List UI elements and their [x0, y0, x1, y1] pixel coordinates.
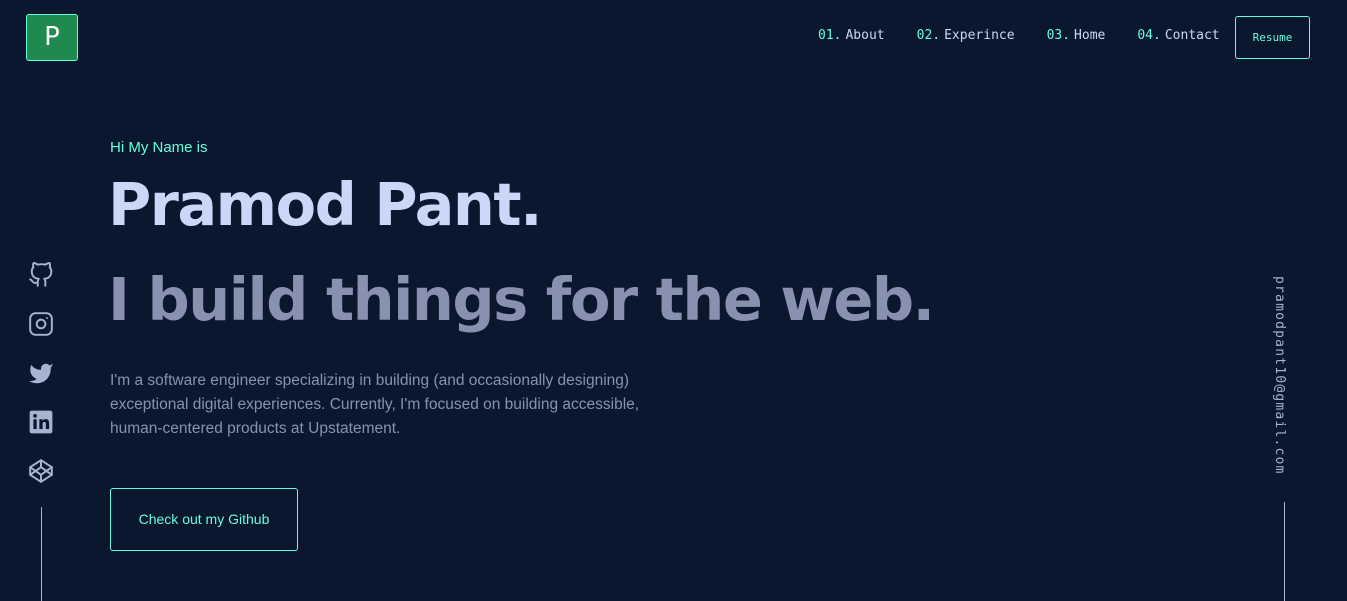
- nav-item-label: Home: [1074, 28, 1106, 43]
- right-divider-line: [1284, 502, 1285, 601]
- nav-item-about[interactable]: 01. About: [818, 28, 885, 43]
- instagram-icon[interactable]: [28, 311, 54, 337]
- nav-item-number: 04.: [1137, 28, 1161, 43]
- github-cta-button[interactable]: Check out my Github: [110, 488, 298, 551]
- nav-item-label: Contact: [1164, 28, 1220, 43]
- linkedin-icon[interactable]: [28, 409, 54, 435]
- hero-bio: I'm a software engineer specializing in …: [110, 372, 640, 437]
- nav-item-number: 02.: [916, 28, 941, 43]
- hero-tagline: I build things for the web.: [108, 265, 935, 334]
- nav-item-label: Experince: [944, 28, 1015, 43]
- nav-item-experience[interactable]: 02. Experince: [917, 28, 1015, 43]
- github-icon[interactable]: [28, 262, 54, 288]
- nav-item-label: About: [845, 28, 885, 43]
- twitter-icon[interactable]: [28, 360, 54, 386]
- top-nav: 01. About 02. Experince 03. Home 04. Contact: [818, 28, 1252, 43]
- nav-item-home[interactable]: 03. Home: [1047, 28, 1106, 43]
- hero-name: Pramod Pant.: [108, 170, 543, 239]
- codepen-icon[interactable]: [28, 458, 54, 484]
- left-divider-line: [41, 507, 42, 601]
- nav-item-number: 03.: [1046, 28, 1071, 43]
- email-link[interactable]: pramodpant10@gmail.com: [1272, 276, 1287, 475]
- hero-greeting: Hi My Name is: [110, 139, 208, 156]
- nav-item-number: 01.: [818, 28, 842, 43]
- social-links: [28, 262, 54, 507]
- nav-item-contact[interactable]: 04. Contact: [1137, 28, 1219, 43]
- resume-button[interactable]: Resume: [1235, 16, 1310, 59]
- logo-button[interactable]: P: [26, 14, 78, 61]
